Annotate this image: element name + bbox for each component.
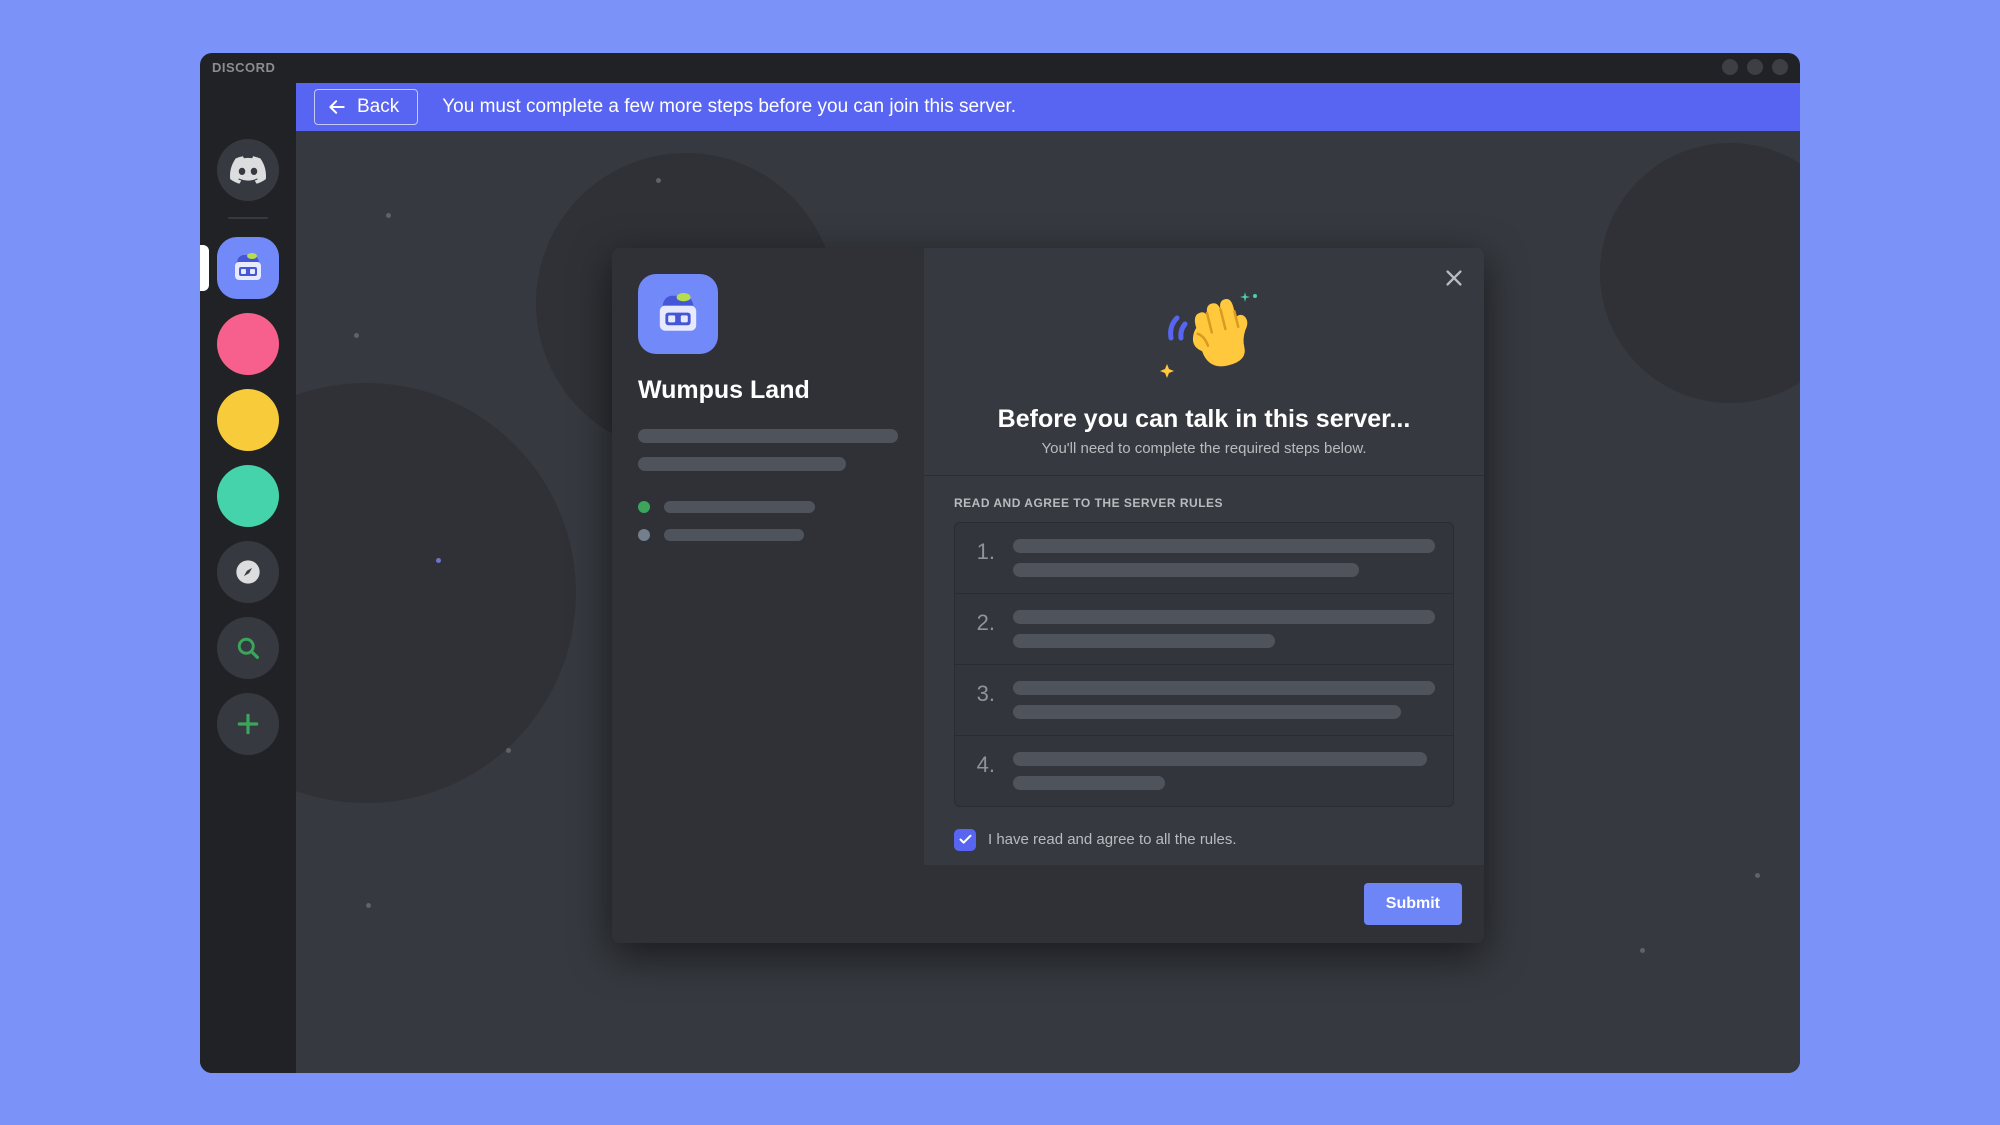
window-control-close[interactable] bbox=[1772, 59, 1788, 75]
back-button[interactable]: Back bbox=[314, 89, 418, 125]
rules-section: READ AND AGREE TO THE SERVER RULES 1. bbox=[924, 476, 1484, 815]
modal-server-info: Wumpus Land bbox=[612, 248, 924, 943]
rule-number: 4. bbox=[973, 752, 995, 790]
submit-button[interactable]: Submit bbox=[1364, 883, 1462, 925]
placeholder-line bbox=[1013, 634, 1275, 648]
placeholder-line bbox=[1013, 563, 1359, 577]
modal-title: Before you can talk in this server... bbox=[954, 405, 1454, 434]
banner-message: You must complete a few more steps befor… bbox=[442, 96, 1016, 118]
placeholder-line bbox=[1013, 610, 1435, 624]
window-controls bbox=[1722, 59, 1788, 75]
server-name: Wumpus Land bbox=[638, 376, 898, 405]
add-server-button[interactable] bbox=[217, 693, 279, 755]
search-servers-button[interactable] bbox=[217, 617, 279, 679]
placeholder-line bbox=[664, 501, 815, 513]
server-rail bbox=[200, 83, 296, 1073]
placeholder-line bbox=[1013, 752, 1427, 766]
wave-illustration bbox=[1149, 282, 1259, 387]
placeholder-line bbox=[638, 457, 846, 471]
join-steps-banner: Back You must complete a few more steps … bbox=[296, 83, 1800, 131]
wumpus-server-icon bbox=[228, 248, 268, 288]
rule-row: 4. bbox=[955, 736, 1453, 806]
back-label: Back bbox=[357, 96, 399, 118]
server-avatar bbox=[638, 274, 718, 354]
rule-row: 3. bbox=[955, 665, 1453, 736]
rule-row: 1. bbox=[955, 523, 1453, 594]
rule-number: 1. bbox=[973, 539, 995, 577]
window-control-min[interactable] bbox=[1722, 59, 1738, 75]
check-icon bbox=[958, 832, 973, 847]
selection-indicator bbox=[200, 245, 209, 291]
discord-logo-icon bbox=[230, 156, 266, 184]
server-item-yellow[interactable] bbox=[217, 389, 279, 451]
placeholder-line bbox=[1013, 681, 1435, 695]
main-content: Back You must complete a few more steps … bbox=[296, 83, 1800, 1073]
status-online bbox=[638, 501, 898, 513]
window-titlebar: DISCORD bbox=[200, 53, 1800, 83]
modal-footer: Submit bbox=[924, 865, 1484, 943]
plus-icon bbox=[235, 711, 261, 737]
agree-row: I have read and agree to all the rules. bbox=[924, 815, 1484, 865]
explore-button[interactable] bbox=[217, 541, 279, 603]
placeholder-line bbox=[638, 429, 898, 443]
modal-subtitle: You'll need to complete the required ste… bbox=[954, 440, 1454, 457]
close-icon bbox=[1443, 267, 1465, 289]
placeholder-line bbox=[1013, 539, 1435, 553]
rule-number: 2. bbox=[973, 610, 995, 648]
placeholder-line bbox=[664, 529, 804, 541]
modal-main: Before you can talk in this server... Yo… bbox=[924, 248, 1484, 943]
rule-number: 3. bbox=[973, 681, 995, 719]
agree-label: I have read and agree to all the rules. bbox=[988, 831, 1237, 848]
agree-checkbox[interactable] bbox=[954, 829, 976, 851]
server-selected[interactable] bbox=[217, 237, 279, 299]
online-dot-icon bbox=[638, 501, 650, 513]
window-control-max[interactable] bbox=[1747, 59, 1763, 75]
server-item-pink[interactable] bbox=[217, 313, 279, 375]
rule-row: 2. bbox=[955, 594, 1453, 665]
home-button[interactable] bbox=[217, 139, 279, 201]
brand-label: DISCORD bbox=[212, 60, 275, 75]
app-window: DISCORD bbox=[200, 53, 1800, 1073]
app-body: Back You must complete a few more steps … bbox=[200, 83, 1800, 1073]
server-item-teal[interactable] bbox=[217, 465, 279, 527]
placeholder-line bbox=[1013, 776, 1165, 790]
wumpus-server-icon bbox=[650, 286, 706, 342]
rules-box[interactable]: 1. 2. bbox=[954, 522, 1454, 807]
arrow-left-icon bbox=[327, 97, 347, 117]
wave-hand-icon bbox=[1149, 282, 1259, 382]
offline-dot-icon bbox=[638, 529, 650, 541]
rules-header: READ AND AGREE TO THE SERVER RULES bbox=[954, 496, 1454, 510]
search-icon bbox=[234, 634, 262, 662]
rules-modal: Wumpus Land bbox=[612, 248, 1484, 943]
status-members bbox=[638, 529, 898, 541]
close-button[interactable] bbox=[1440, 264, 1468, 292]
modal-hero: Before you can talk in this server... Yo… bbox=[924, 248, 1484, 476]
compass-icon bbox=[234, 558, 262, 586]
rail-separator bbox=[228, 217, 268, 219]
placeholder-line bbox=[1013, 705, 1401, 719]
